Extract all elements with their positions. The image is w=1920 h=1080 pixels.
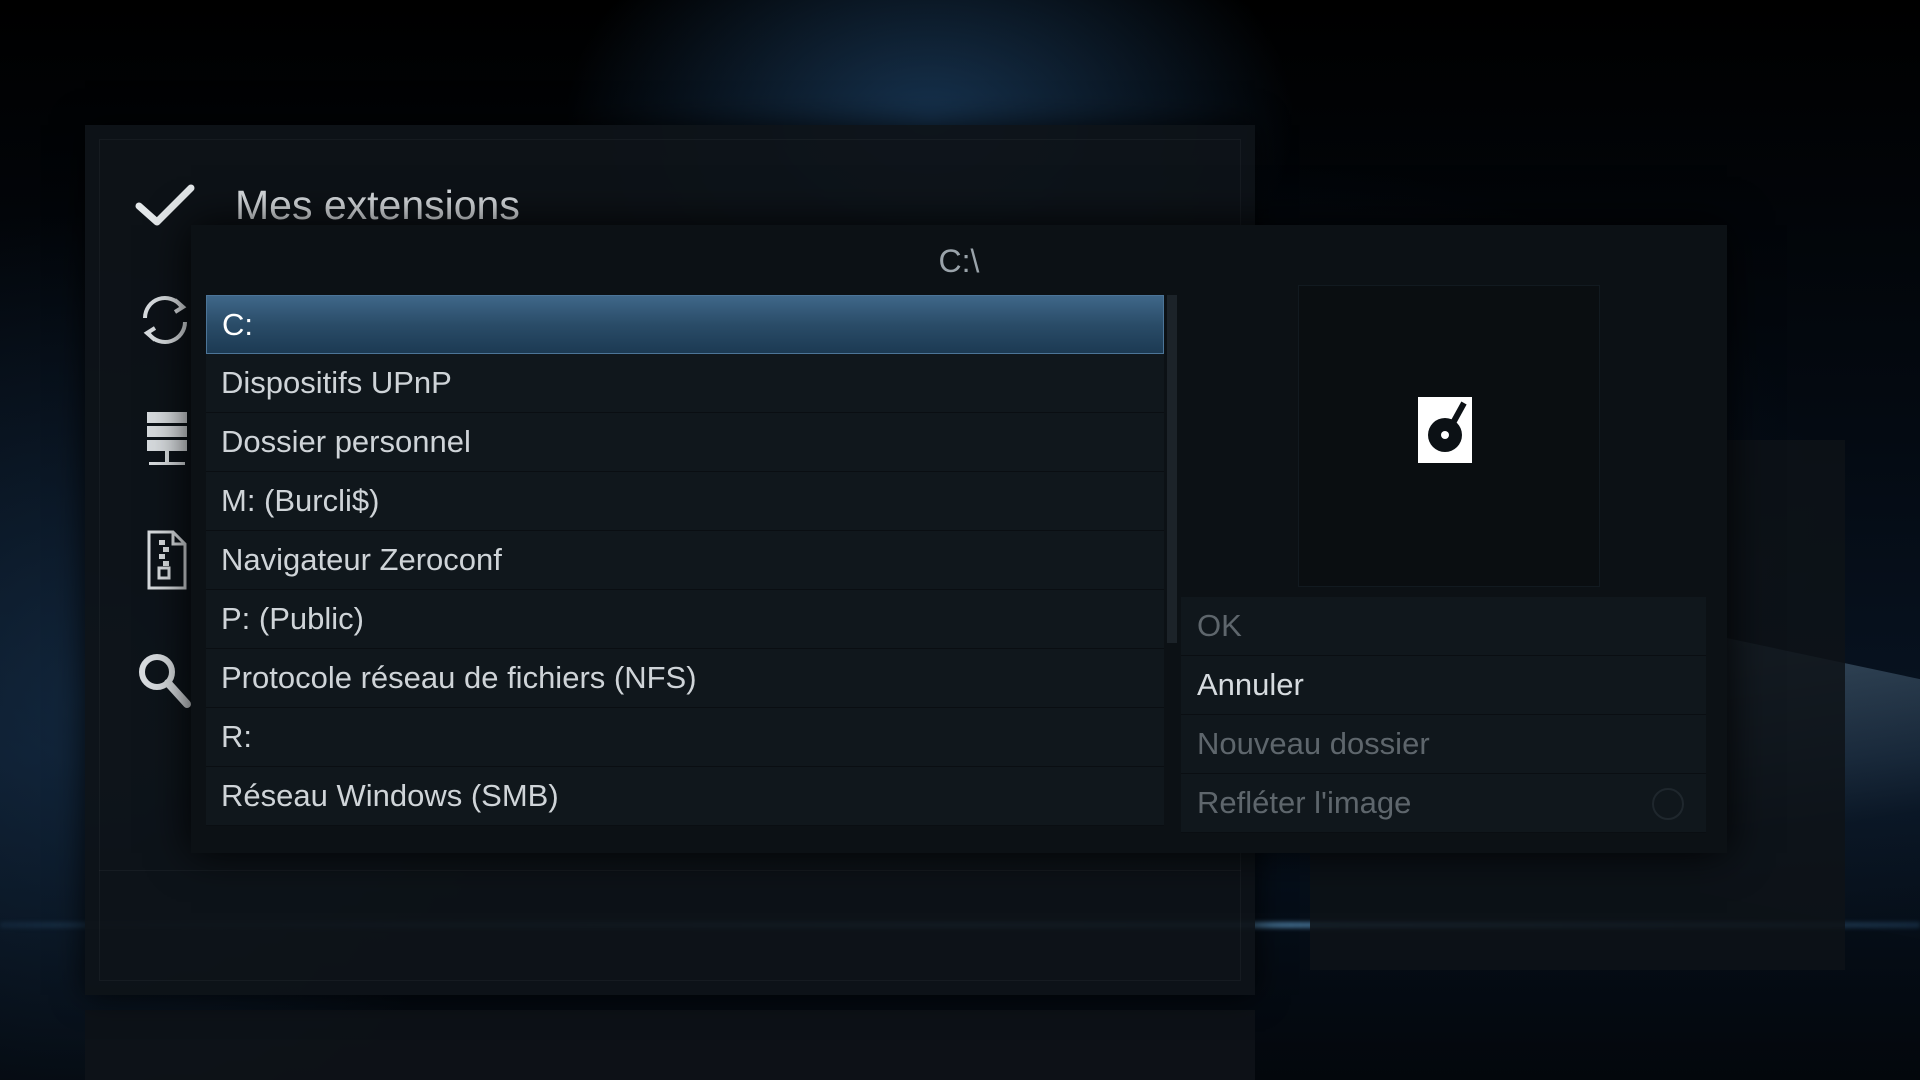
new-folder-button[interactable]: Nouveau dossier (1181, 715, 1706, 774)
hard-drive-icon (1418, 397, 1472, 463)
page-title: Mes extensions (235, 181, 520, 228)
dialog-button-list: OK Annuler Nouveau dossier Refléter l'im… (1181, 597, 1706, 833)
search-icon[interactable] (135, 650, 195, 710)
file-list-item-label: Protocole réseau de fichiers (NFS) (221, 660, 697, 695)
refresh-icon[interactable] (135, 290, 195, 350)
zip-file-icon[interactable] (135, 530, 195, 590)
ok-button[interactable]: OK (1181, 597, 1706, 656)
file-list-item-label: R: (221, 719, 252, 754)
flip-image-radio[interactable] (1652, 788, 1684, 820)
file-list-item[interactable]: R: (206, 708, 1164, 767)
file-list-item-label: Dossier personnel (221, 424, 471, 459)
flip-image-toggle[interactable]: Refléter l'image (1181, 774, 1706, 833)
file-list-item-label: P: (Public) (221, 601, 364, 636)
browse-dialog: C:\ C: Dispositifs UPnP Dossier personne… (191, 225, 1727, 853)
background-bottom-panel (85, 1010, 1255, 1080)
file-list-item[interactable]: Protocole réseau de fichiers (NFS) (206, 649, 1164, 708)
file-list-item[interactable]: Dossier personnel (206, 413, 1164, 472)
file-list-item[interactable]: C: (206, 295, 1164, 354)
addons-bottom-area (99, 870, 1241, 981)
check-icon (135, 184, 195, 226)
file-list-scrollbar[interactable] (1167, 295, 1177, 643)
file-list-item[interactable]: Dispositifs UPnP (206, 354, 1164, 413)
file-list-item[interactable]: Réseau Windows (SMB) (206, 767, 1164, 826)
file-list-item-label: Dispositifs UPnP (221, 365, 452, 400)
server-icon[interactable] (135, 410, 195, 470)
file-list-item[interactable]: P: (Public) (206, 590, 1164, 649)
cancel-button[interactable]: Annuler (1181, 656, 1706, 715)
ok-button-label: OK (1197, 608, 1242, 643)
file-list-item[interactable]: M: (Burcli$) (206, 472, 1164, 531)
flip-image-label: Refléter l'image (1197, 785, 1412, 820)
file-list-item-label: Réseau Windows (SMB) (221, 778, 559, 813)
dialog-current-path: C:\ (938, 243, 980, 279)
file-list: C: Dispositifs UPnP Dossier personnel M:… (206, 295, 1164, 831)
file-list-item-label: M: (Burcli$) (221, 483, 380, 518)
file-list-item-label: Navigateur Zeroconf (221, 542, 502, 577)
cancel-button-label: Annuler (1197, 667, 1304, 702)
file-list-item-label: C: (222, 306, 253, 342)
file-list-item[interactable]: Navigateur Zeroconf (206, 531, 1164, 590)
new-folder-button-label: Nouveau dossier (1197, 726, 1430, 761)
